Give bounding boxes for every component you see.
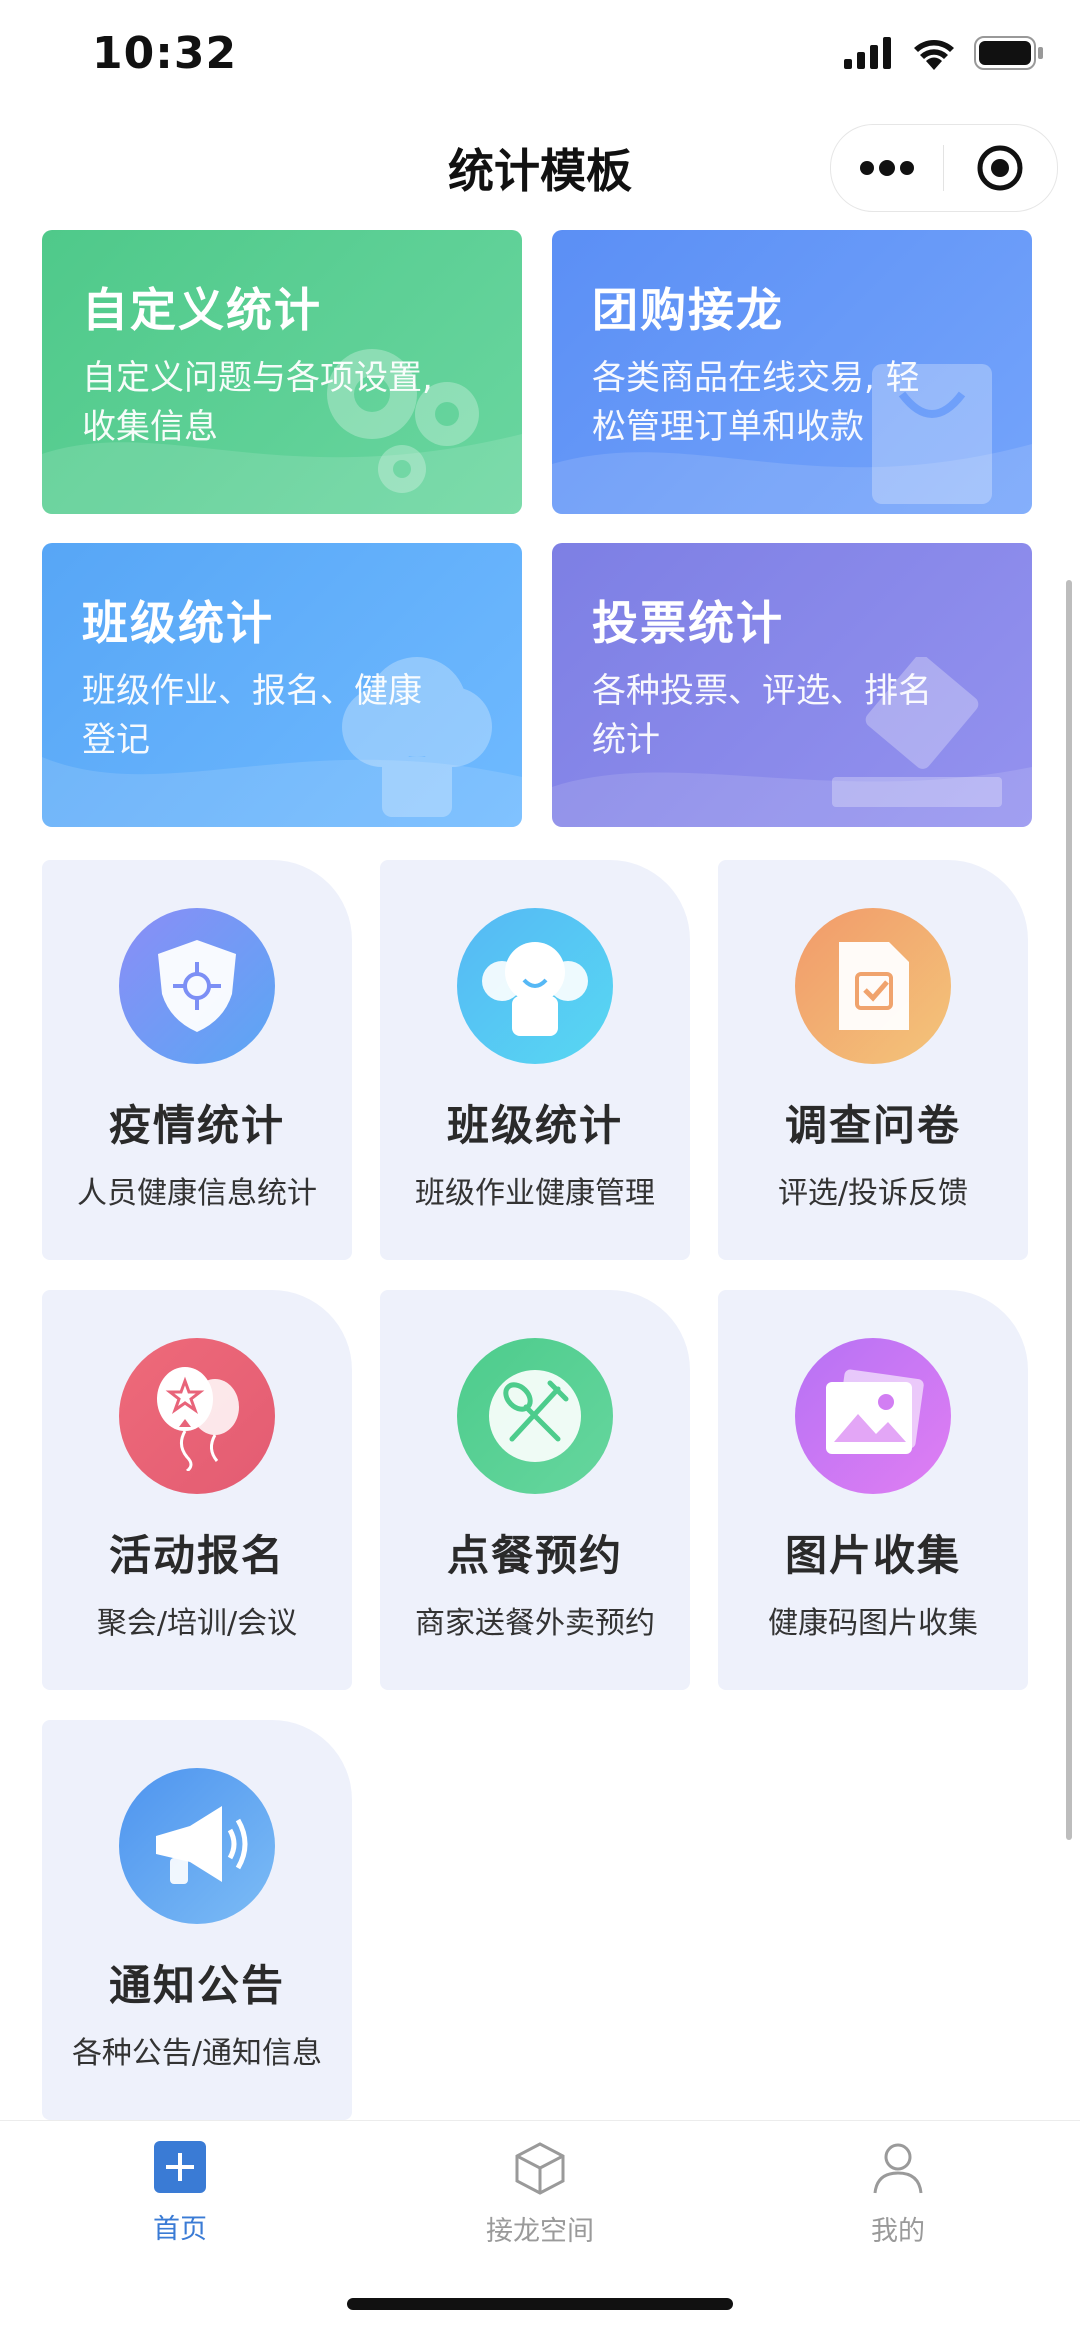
card-desc: 各种投票、评选、排名统计 [592,671,932,760]
cube-icon [515,2142,565,2195]
person-icon [873,2143,923,2194]
tile-title: 通知公告 [108,1961,285,2010]
document-check-icon [795,908,951,1064]
tile-desc: 班级作业健康管理 [415,1176,655,1211]
wifi-icon [914,40,954,70]
tile-desc: 评选/投诉反馈 [777,1176,969,1211]
tab-relay-space[interactable]: 接龙空间 [450,2141,630,2248]
tile-desc: 健康码图片收集 [768,1606,978,1641]
card-title: 班级统计 [82,596,274,650]
tab-home[interactable]: 首页 [90,2141,270,2246]
tile-title: 点餐预约 [446,1531,623,1580]
card-class-stats[interactable]: 班级统计 班级作业、报名、健康登记 [42,543,522,827]
close-miniprogram-button[interactable] [944,125,1056,211]
tile-photo-collection[interactable]: 图片收集 健康码图片收集 [718,1290,1028,1690]
tile-title: 活动报名 [108,1531,285,1580]
tile-desc: 人员健康信息统计 [77,1176,317,1211]
megaphone-icon [119,1768,275,1924]
tile-desc: 商家送餐外卖预约 [415,1606,655,1641]
tile-title: 调查问卷 [784,1101,961,1150]
tab-mine[interactable]: 我的 [808,2141,988,2248]
card-desc: 自定义问题与各项设置, 收集信息 [82,358,433,447]
balloons-icon [119,1338,275,1494]
tile-class-stats[interactable]: 班级统计 班级作业健康管理 [380,860,690,1260]
pictures-icon [795,1338,951,1494]
tab-label: 我的 [871,2216,925,2247]
more-button[interactable] [831,125,943,211]
card-group-buy[interactable]: 团购接龙 各类商品在线交易, 轻松管理订单和收款 [552,230,1032,514]
scrollbar[interactable] [1066,580,1072,1840]
card-title: 自定义统计 [82,283,322,337]
status-icons [844,36,1044,70]
tab-label: 首页 [153,2214,207,2245]
tile-desc: 聚会/培训/会议 [96,1606,298,1641]
students-icon [457,908,613,1064]
tile-announcement[interactable]: 通知公告 各种公告/通知信息 [42,1720,352,2120]
tile-title: 班级统计 [446,1101,623,1150]
fork-spoon-icon [457,1338,613,1494]
card-title: 投票统计 [592,596,784,650]
mini-program-capsule [830,124,1058,212]
card-vote-stats[interactable]: 投票统计 各种投票、评选、排名统计 [552,543,1032,827]
plus-square-icon [154,2141,206,2193]
tile-event-signup[interactable]: 活动报名 聚会/培训/会议 [42,1290,352,1690]
card-desc: 班级作业、报名、健康登记 [82,671,422,760]
battery-icon [974,36,1043,70]
tile-desc: 各种公告/通知信息 [71,2036,323,2071]
more-dots-icon [860,160,914,176]
tile-survey[interactable]: 调查问卷 评选/投诉反馈 [718,860,1028,1260]
shield-virus-icon [119,908,275,1064]
card-desc: 各类商品在线交易, 轻松管理订单和收款 [592,358,920,447]
tile-meal-booking[interactable]: 点餐预约 商家送餐外卖预约 [380,1290,690,1690]
home-indicator [347,2298,733,2310]
target-icon [977,145,1023,191]
card-title: 团购接龙 [592,283,784,337]
tile-title: 图片收集 [784,1531,961,1580]
card-custom-stats[interactable]: 自定义统计 自定义问题与各项设置, 收集信息 [42,230,522,514]
tab-label: 接龙空间 [486,2216,594,2247]
status-time: 10:32 [92,28,238,79]
status-bar: 10:32 [0,0,1080,120]
signal-icon [844,37,891,69]
tile-epidemic-stats[interactable]: 疫情统计 人员健康信息统计 [42,860,352,1260]
tile-title: 疫情统计 [108,1101,285,1150]
